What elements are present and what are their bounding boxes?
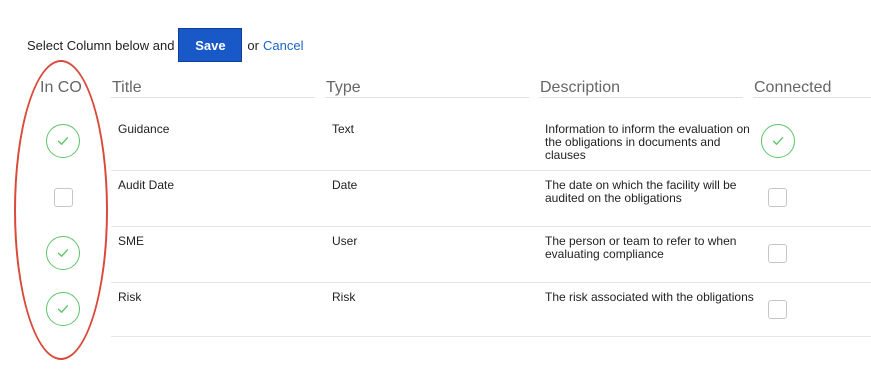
row-type: Date: [332, 178, 358, 192]
in-co-checkbox-checked[interactable]: [46, 124, 80, 158]
header-divider: [111, 97, 315, 98]
column-header-in-co: In CO: [40, 79, 82, 96]
header-divider: [325, 97, 529, 98]
in-co-checkbox-checked[interactable]: [46, 292, 80, 326]
in-co-checkbox-checked[interactable]: [46, 236, 80, 270]
row-type: Risk: [332, 290, 356, 304]
row-divider: [111, 170, 871, 171]
action-bar: Select Column below and Save or Cancel: [27, 28, 303, 62]
row-title: Guidance: [118, 122, 170, 136]
check-icon: [57, 249, 69, 257]
connected-checkbox-unchecked[interactable]: [768, 188, 787, 207]
column-header-connected: Connected: [754, 79, 832, 96]
column-header-type: Type: [326, 79, 361, 96]
column-header-title: Title: [112, 79, 142, 96]
header-divider: [539, 97, 743, 98]
row-description: The risk associated with the obligations: [545, 290, 754, 304]
row-title: Audit Date: [118, 178, 175, 192]
row-divider: [111, 226, 871, 227]
connected-checkbox-checked[interactable]: [761, 124, 795, 158]
row-divider: [111, 336, 871, 337]
connected-checkbox-unchecked[interactable]: [768, 300, 787, 319]
row-type: Text: [332, 122, 355, 136]
connected-checkbox-unchecked[interactable]: [768, 244, 787, 263]
row-divider: [111, 282, 871, 283]
cancel-link[interactable]: Cancel: [263, 38, 303, 53]
check-icon: [772, 137, 784, 145]
header-divider: [753, 97, 871, 98]
row-type: User: [332, 234, 358, 248]
row-description: The person or team to refer to when eval…: [545, 234, 737, 261]
row-description: Information to inform the evaluation on …: [545, 122, 750, 162]
row-title: SME: [118, 234, 145, 248]
or-text: or: [247, 37, 259, 53]
check-icon: [57, 305, 69, 313]
in-co-checkbox-unchecked[interactable]: [54, 188, 73, 207]
row-title: Risk: [118, 290, 142, 304]
row-description: The date on which the facility will be a…: [545, 178, 737, 205]
save-button[interactable]: Save: [178, 28, 243, 62]
column-header-description: Description: [540, 79, 621, 96]
instruction-text: Select Column below and: [27, 37, 175, 53]
check-icon: [57, 137, 69, 145]
